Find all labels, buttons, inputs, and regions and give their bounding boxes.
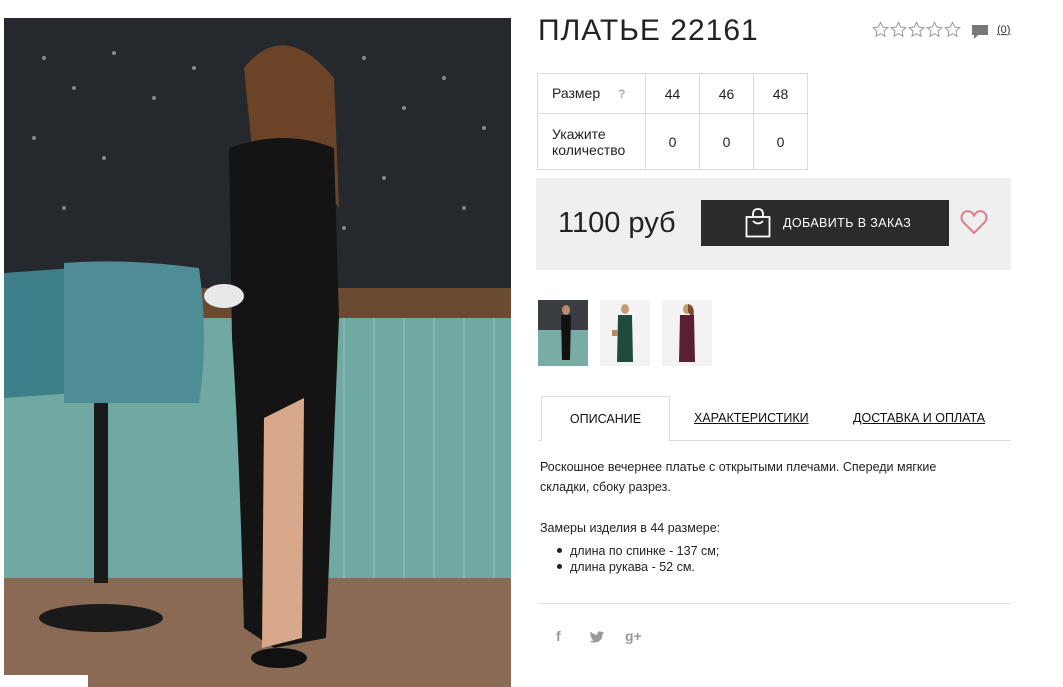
quantity-label-cell: Укажите количество	[537, 113, 646, 170]
thumbnail-black-dress[interactable]	[538, 300, 588, 366]
tab-description[interactable]: ОПИСАНИЕ	[541, 396, 670, 442]
add-to-order-label: ДОБАВИТЬ В ЗАКАЗ	[783, 216, 912, 230]
twitter-icon[interactable]	[589, 631, 605, 645]
quantity-row: Укажите количество 0 0 0	[537, 113, 808, 170]
facebook-icon[interactable]: f	[556, 628, 561, 644]
star-icon[interactable]	[926, 21, 943, 38]
star-icon[interactable]	[908, 21, 925, 38]
product-description: Роскошное вечернее платье с открытыми пл…	[540, 460, 937, 494]
heart-icon[interactable]	[960, 209, 988, 235]
star-icon[interactable]	[944, 21, 961, 38]
size-label-cell: Размер?	[537, 73, 646, 114]
size-help-icon[interactable]: ?	[618, 87, 625, 101]
divider	[538, 603, 1011, 604]
tab-delivery-payment[interactable]: ДОСТАВКА И ОПЛАТА	[853, 396, 985, 441]
tab-characteristics[interactable]: ХАРАКТЕРИСТИКИ	[694, 396, 809, 441]
quantity-input[interactable]: 0	[645, 113, 700, 170]
star-icon[interactable]	[872, 21, 889, 38]
product-tabs: ОПИСАНИЕ ХАРАКТЕРИСТИКИ ДОСТАВКА И ОПЛАТ…	[538, 396, 1011, 442]
comments-count-link[interactable]: (0)	[997, 24, 1010, 36]
thumbnail-burgundy-dress[interactable]	[662, 300, 712, 366]
price-box: 1100 руб ДОБАВИТЬ В ЗАКАЗ	[536, 178, 1011, 270]
star-icon[interactable]	[890, 21, 907, 38]
list-item: длина рукава - 52 см.	[556, 559, 719, 575]
googleplus-icon[interactable]: g+	[625, 628, 642, 644]
main-product-image[interactable]	[4, 18, 511, 687]
size-row: Размер? 44 46 48	[537, 73, 808, 114]
quantity-input[interactable]: 0	[753, 113, 808, 170]
rating-stars[interactable]	[872, 21, 961, 38]
quantity-input[interactable]: 0	[699, 113, 754, 170]
measurements-title: Замеры изделия в 44 размере:	[540, 521, 721, 535]
size-option[interactable]: 44	[645, 73, 700, 114]
product-title: ПЛАТЬЕ 22161	[538, 14, 759, 47]
size-option[interactable]: 46	[699, 73, 754, 114]
size-table: Размер? 44 46 48 Укажите количество 0 0 …	[537, 73, 808, 170]
size-option[interactable]: 48	[753, 73, 808, 114]
shopping-bag-icon	[745, 208, 771, 238]
quantity-label-line2: количество	[552, 141, 626, 158]
measurements-list: длина по спинке - 137 см; длина рукава -…	[556, 543, 719, 575]
comment-icon[interactable]	[971, 23, 989, 41]
quantity-label-line1: Укажите	[552, 125, 606, 142]
list-item: длина по спинке - 137 см;	[556, 543, 719, 559]
size-label: Размер	[552, 85, 601, 101]
price: 1100 руб	[558, 207, 676, 239]
thumbnail-green-dress[interactable]	[600, 300, 650, 366]
add-to-order-button[interactable]: ДОБАВИТЬ В ЗАКАЗ	[701, 200, 949, 246]
